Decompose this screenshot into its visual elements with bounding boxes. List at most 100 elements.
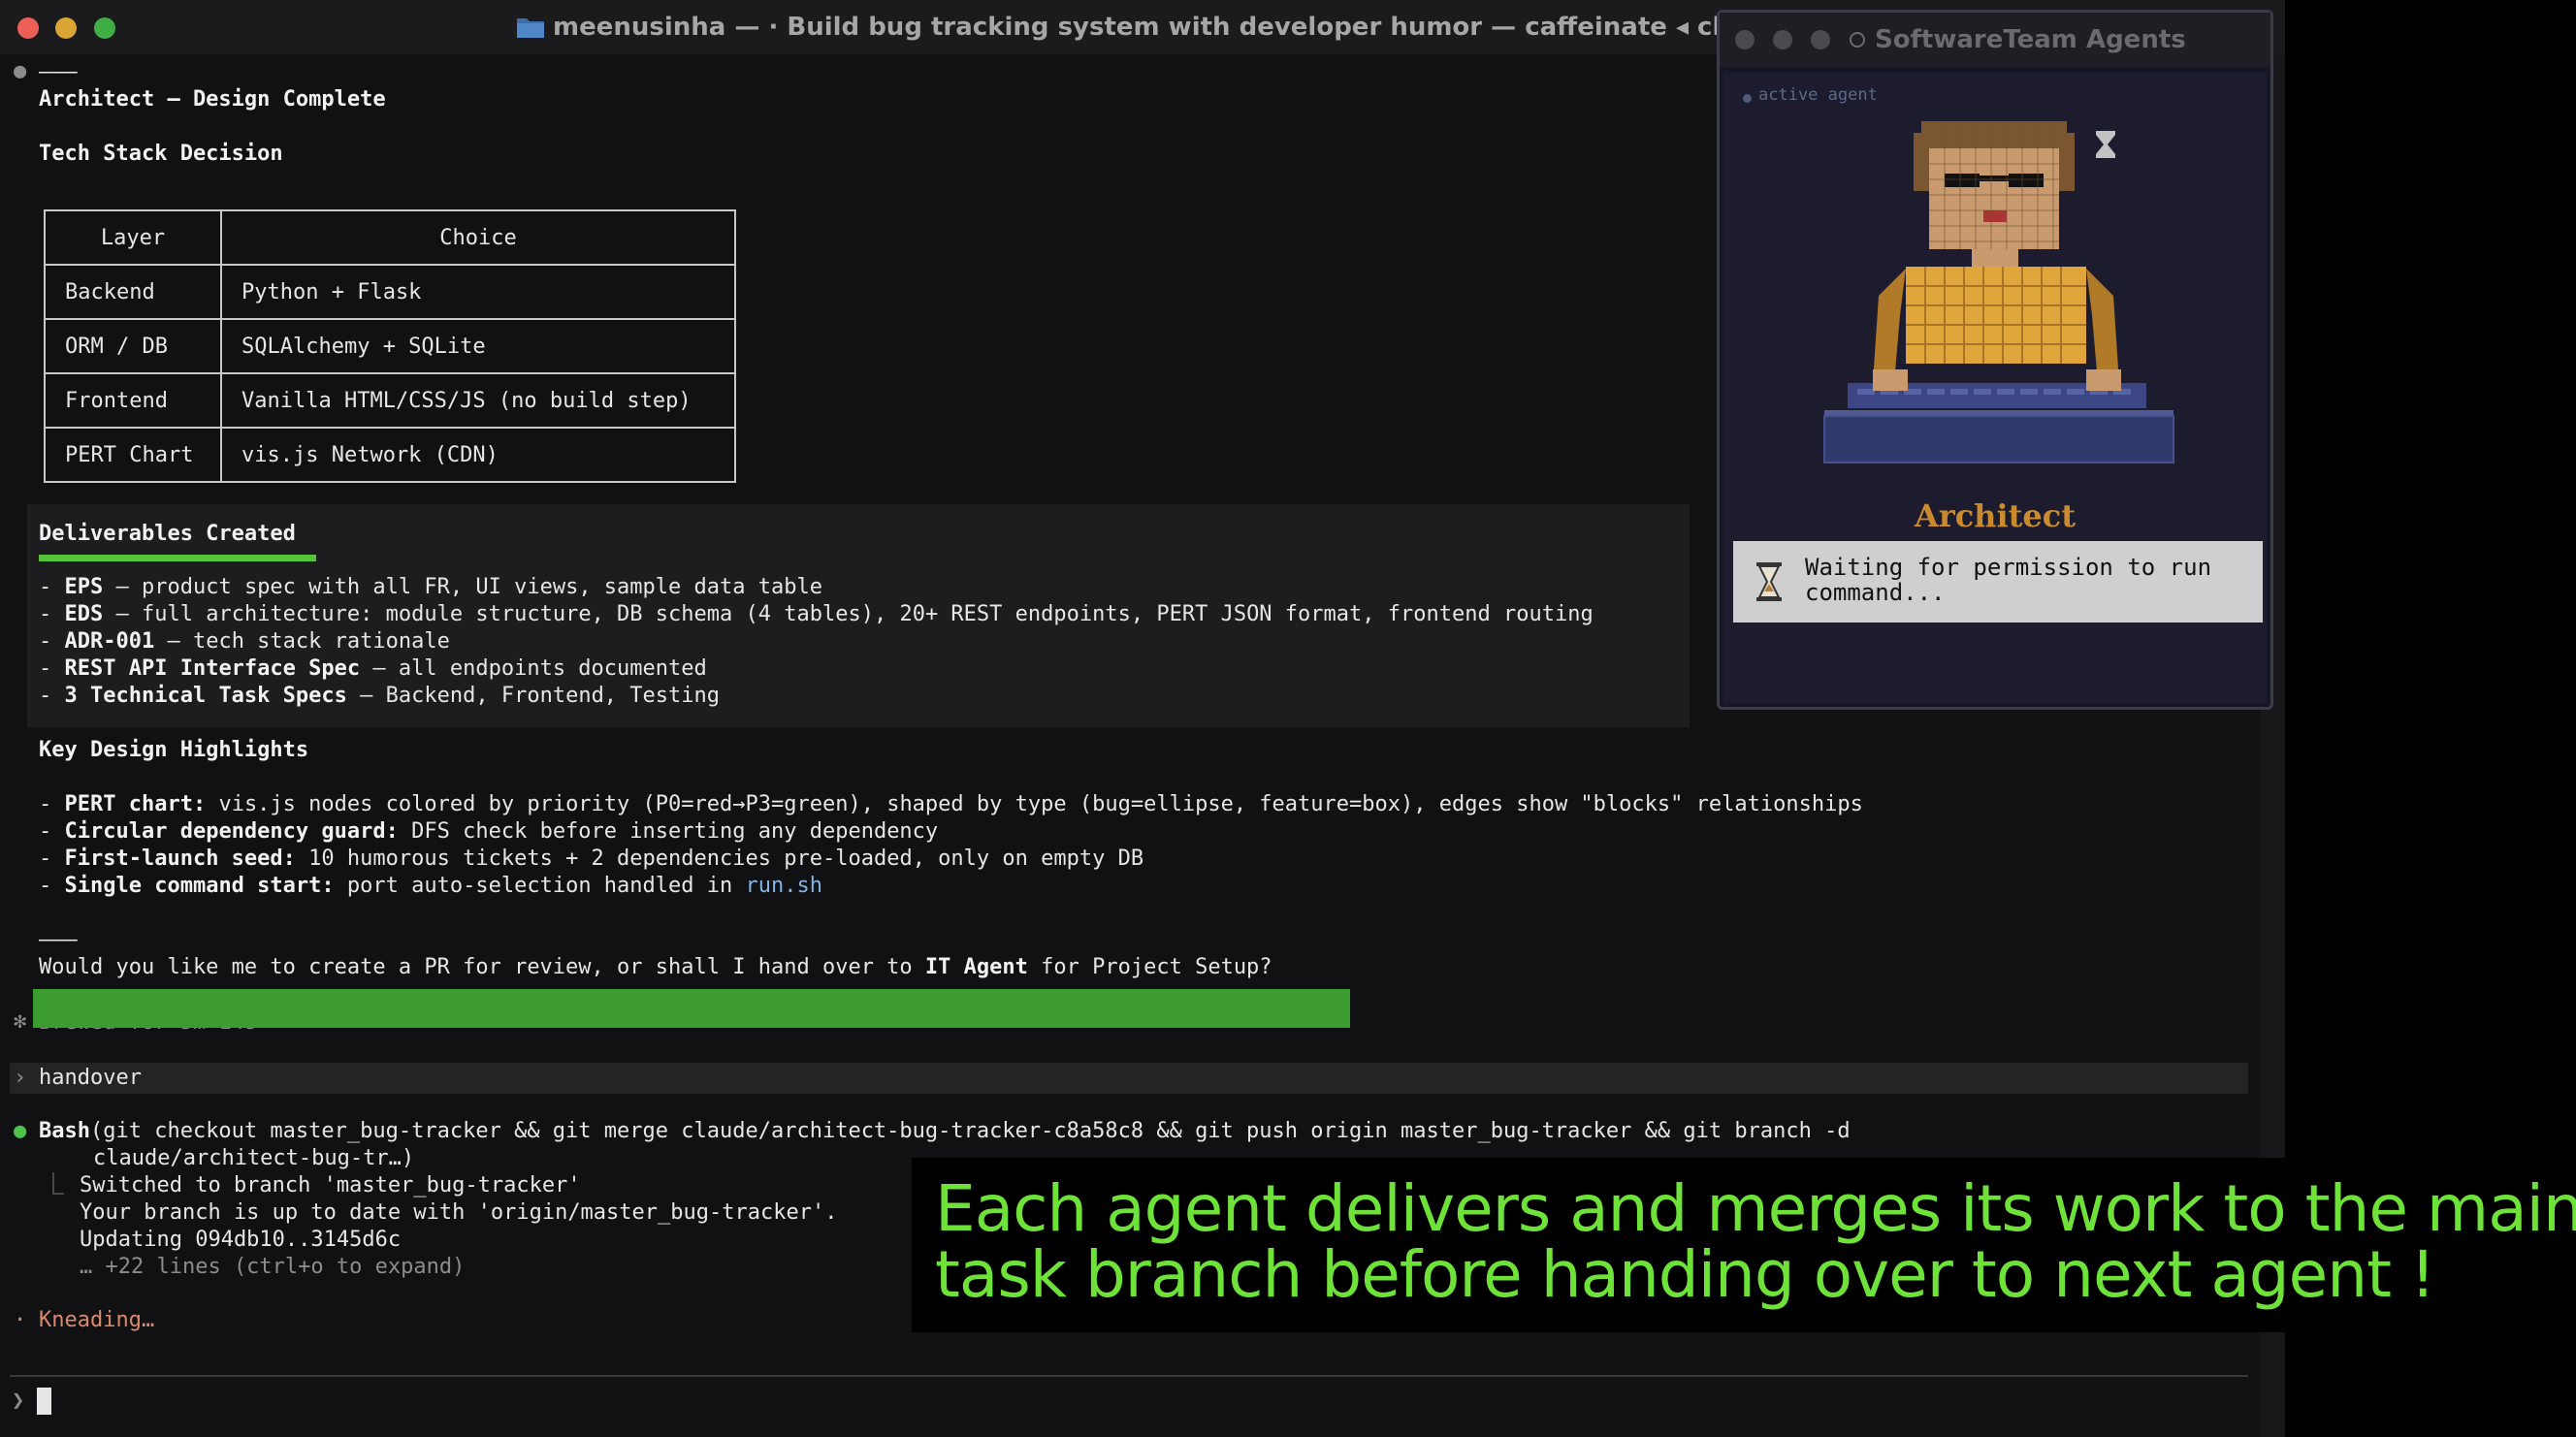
window-title-user: meenusinha — <box>553 13 760 42</box>
table-row: PERT Chart vis.js Network (CDN) <box>44 427 736 483</box>
bash-command: Bash(git checkout master_bug-tracker && … <box>39 1118 1851 1145</box>
list-item-text: DFS check before inserting any dependenc… <box>398 819 939 844</box>
prompt-chevron-icon: › <box>14 1066 27 1090</box>
input-cursor[interactable] <box>37 1388 51 1415</box>
minimize-button[interactable] <box>55 17 77 39</box>
table-row: ORM / DB SQLAlchemy + SQLite <box>44 318 736 374</box>
input-separator <box>10 1375 2248 1377</box>
list-item-bold: PERT chart: <box>64 792 207 816</box>
bullet-dot: ● <box>14 59 27 83</box>
output-line: Your branch is up to date with 'origin/m… <box>80 1200 838 1225</box>
table-row: Frontend Vanilla HTML/CSS/JS (no build s… <box>44 372 736 429</box>
output-line: Updating 094db10..3145d6c <box>80 1228 402 1252</box>
run-sh-link[interactable]: run.sh <box>746 874 822 898</box>
table-row: Backend Python + Flask <box>44 264 736 320</box>
architect-avatar-icon <box>1823 121 2174 463</box>
question-line: Would you like me to create a PR for rev… <box>39 954 1272 981</box>
list-item-text: port auto-selection handled in <box>334 874 746 898</box>
brewed-star-icon: ✻ <box>14 1009 27 1034</box>
list-item-bold: Circular dependency guard: <box>64 819 399 844</box>
table-cell: ORM / DB <box>44 318 222 374</box>
subheading: Tech Stack Decision <box>39 142 283 166</box>
rule-top: ——— <box>39 60 78 84</box>
table-cell: PERT Chart <box>44 427 222 483</box>
agents-title: SoftwareTeam Agents <box>1875 25 2186 54</box>
zoom-button[interactable] <box>94 17 115 39</box>
tech-stack-table: Layer Choice Backend Python + Flask ORM … <box>44 209 736 483</box>
list-item-text: — full architecture: module structure, D… <box>103 602 1594 626</box>
list-item-bold: REST API Interface Spec <box>64 656 361 681</box>
table-cell: Frontend <box>44 372 222 429</box>
question-text-end: for Project Setup? <box>1027 955 1272 979</box>
list-item-bold: EPS <box>64 575 104 599</box>
list-item-text: — Backend, Frontend, Testing <box>346 684 721 708</box>
agents-minimize-button[interactable] <box>1773 30 1792 49</box>
output-line: Switched to branch 'master_bug-tracker' <box>80 1173 581 1198</box>
agents-zoom-button[interactable] <box>1811 30 1830 49</box>
list-item-text: — product spec with all FR, UI views, sa… <box>103 575 822 599</box>
list-item: - Circular dependency guard: DFS check b… <box>39 819 939 844</box>
list-item: - EPS — product spec with all FR, UI vie… <box>39 575 822 599</box>
highlights-title: Key Design Highlights <box>39 738 309 762</box>
caption-overlay: Each agent delivers and merges its work … <box>912 1158 2576 1332</box>
deliverables-title: Deliverables Created <box>39 522 296 546</box>
list-item: - ADR-001 — tech stack rationale <box>39 629 450 654</box>
close-button[interactable] <box>17 17 39 39</box>
list-item: - EDS — full architecture: module struct… <box>39 602 1594 626</box>
input-prompt: ❯ <box>12 1389 25 1413</box>
list-item-bold: 3 Technical Task Specs <box>64 684 347 708</box>
list-item-bold: ADR-001 <box>64 629 155 654</box>
agents-title-bar: SoftwareTeam Agents <box>1720 13 2270 67</box>
list-item-text: 10 humorous tickets + 2 dependencies pre… <box>295 846 1144 871</box>
rule-bottom: ——— <box>39 928 78 952</box>
list-item: - PERT chart: vis.js nodes colored by pr… <box>39 792 1863 816</box>
hourglass-icon <box>1756 562 1782 601</box>
table-cell: Backend <box>44 264 222 320</box>
list-item-text: vis.js nodes colored by priority (P0=red… <box>206 792 1863 816</box>
status-text: Kneading… <box>39 1308 155 1332</box>
list-item-text: — tech stack rationale <box>154 629 450 654</box>
table-header: Choice <box>220 209 736 266</box>
agent-name: Architect <box>1915 497 2076 534</box>
agents-close-button[interactable] <box>1735 30 1755 49</box>
list-item: - 3 Technical Task Specs — Backend, Fron… <box>39 684 721 708</box>
heading: Architect — Design Complete <box>39 87 386 112</box>
caption-line-1: Each agent delivers and merges its work … <box>935 1171 2576 1246</box>
tree-branch-icon: ⎿ <box>43 1173 65 1198</box>
table-cell: SQLAlchemy + SQLite <box>220 318 736 374</box>
tool-dot: ● <box>14 1119 27 1143</box>
window-title: meenusinha — · Build bug tracking system… <box>553 12 1886 43</box>
user-prompt-text: handover <box>39 1066 142 1090</box>
window-circle-icon <box>1850 32 1865 48</box>
bash-cmd: (git checkout master_bug-tracker && git … <box>89 1119 1851 1143</box>
agent-status-text: Waiting for permission to run command... <box>1805 554 2226 606</box>
expand-hint[interactable]: … +22 lines (ctrl+o to expand) <box>80 1254 465 1281</box>
table-cell: Python + Flask <box>220 264 736 320</box>
agents-window: SoftwareTeam Agents active agent Archite… <box>1717 10 2273 710</box>
list-item: - First-launch seed: 10 humorous tickets… <box>39 846 1144 871</box>
question-agent: IT Agent <box>924 955 1028 979</box>
agent-status-box: Waiting for permission to run command... <box>1733 541 2263 623</box>
caption-line-2: task branch before handing over to next … <box>935 1237 2435 1312</box>
highlight-bar <box>33 989 1350 1028</box>
list-item: - REST API Interface Spec — all endpoint… <box>39 656 707 681</box>
deliverables-underline <box>39 555 316 561</box>
list-item-text: — all endpoints documented <box>360 656 707 681</box>
status-dot: · <box>14 1308 27 1332</box>
bash-label: Bash <box>39 1119 90 1143</box>
list-item-bold: First-launch seed: <box>64 846 296 871</box>
agent-panel: active agent Architect Waiting for permi… <box>1723 73 2267 703</box>
table-header: Layer <box>44 209 222 266</box>
table-cell: Vanilla HTML/CSS/JS (no build step) <box>220 372 736 429</box>
table-cell: vis.js Network (CDN) <box>220 427 736 483</box>
question-text: Would you like me to create a PR for rev… <box>39 955 925 979</box>
active-dot <box>1743 94 1752 103</box>
list-item-bold: EDS <box>64 602 104 626</box>
active-agent-label: active agent <box>1758 85 1878 105</box>
list-item: - Single command start: port auto-select… <box>39 874 822 898</box>
bash-cmd-cont: claude/architect-bug-tr…) <box>93 1146 415 1170</box>
table-header-row: Layer Choice <box>44 209 736 266</box>
list-item-bold: Single command start: <box>64 874 335 898</box>
user-prompt-row <box>10 1063 2248 1094</box>
folder-icon <box>517 18 544 38</box>
